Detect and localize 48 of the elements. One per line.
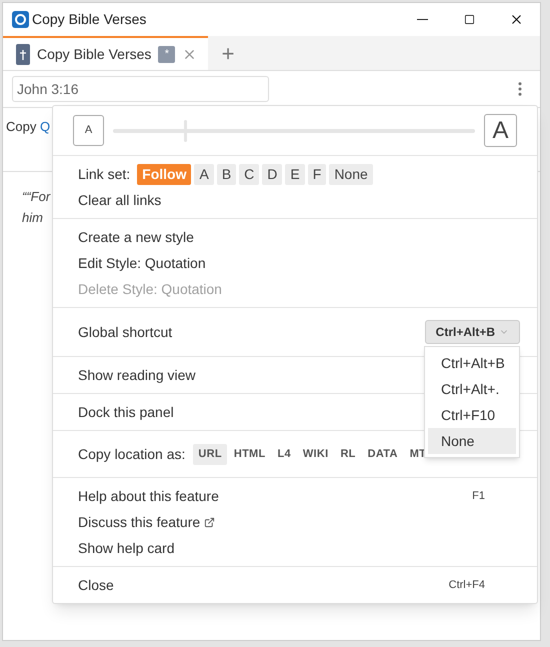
format-option[interactable]: RL <box>335 444 361 464</box>
smaller-font-button[interactable]: A <box>73 115 104 146</box>
tab[interactable]: Copy Bible Verses * <box>3 36 208 70</box>
menu-item[interactable]: Edit Style: Quotation <box>78 250 206 276</box>
dropdown-option[interactable]: Ctrl+Alt+B <box>428 350 516 376</box>
larger-font-button[interactable]: A <box>484 114 517 147</box>
shortcut-label: Ctrl+F4 <box>448 578 485 593</box>
quote-line: ““For <box>22 188 50 206</box>
shortcut-dropdown[interactable]: Ctrl+Alt+B <box>424 320 520 344</box>
window-title: Copy Bible Verses <box>32 10 146 29</box>
app-logo-icon <box>12 11 29 28</box>
clipboard-cross-icon <box>16 44 30 64</box>
dropdown-option[interactable]: Ctrl+F10 <box>428 402 516 428</box>
quote-line: him <box>22 209 43 227</box>
menu-item[interactable]: Dock this panel <box>78 399 174 425</box>
style-link[interactable]: Q <box>40 119 50 134</box>
format-option[interactable]: HTML <box>228 444 270 464</box>
menu-item[interactable]: Show reading view <box>78 362 196 388</box>
font-size-track[interactable] <box>113 120 475 142</box>
menu-item[interactable]: Help about this feature F1 <box>78 483 485 509</box>
menu-item[interactable]: Discuss this feature <box>78 509 216 535</box>
reference-field[interactable]: John 3:16 <box>12 76 269 102</box>
link-set-option[interactable]: C <box>239 164 260 184</box>
menu-item[interactable]: Show help card <box>78 535 175 561</box>
dropdown-option[interactable]: Ctrl+Alt+. <box>428 376 516 402</box>
minimize-icon <box>417 18 428 20</box>
format-option[interactable]: URL <box>193 444 227 464</box>
copy-location-label: Copy location as: <box>78 444 186 464</box>
link-set-option[interactable]: None <box>329 164 373 184</box>
link-set-option[interactable]: B <box>216 164 236 184</box>
link-set-label: Link set: <box>78 164 130 184</box>
link-set-option[interactable]: F <box>308 164 326 184</box>
menu-item[interactable]: Create a new style <box>78 224 194 250</box>
new-tab-button[interactable]: + <box>208 36 248 70</box>
link-set-option[interactable]: E <box>285 164 305 184</box>
format-option[interactable]: WIKI <box>298 444 334 464</box>
menu-item[interactable]: Close Ctrl+F4 <box>78 572 485 598</box>
link-set-option[interactable]: A <box>194 164 214 184</box>
maximize-icon <box>464 14 475 25</box>
shortcut-label: F1 <box>472 488 485 504</box>
menu-item[interactable]: Clear all links <box>78 187 162 213</box>
format-option[interactable]: DATA <box>362 444 403 464</box>
dropdown-option[interactable]: None <box>428 428 516 454</box>
link-set-option[interactable]: D <box>262 164 282 184</box>
global-shortcut-label: Global shortcut <box>78 322 172 342</box>
copy-label: Copy <box>6 119 38 134</box>
modified-badge: * <box>158 46 176 62</box>
format-option[interactable]: L4 <box>272 444 296 464</box>
